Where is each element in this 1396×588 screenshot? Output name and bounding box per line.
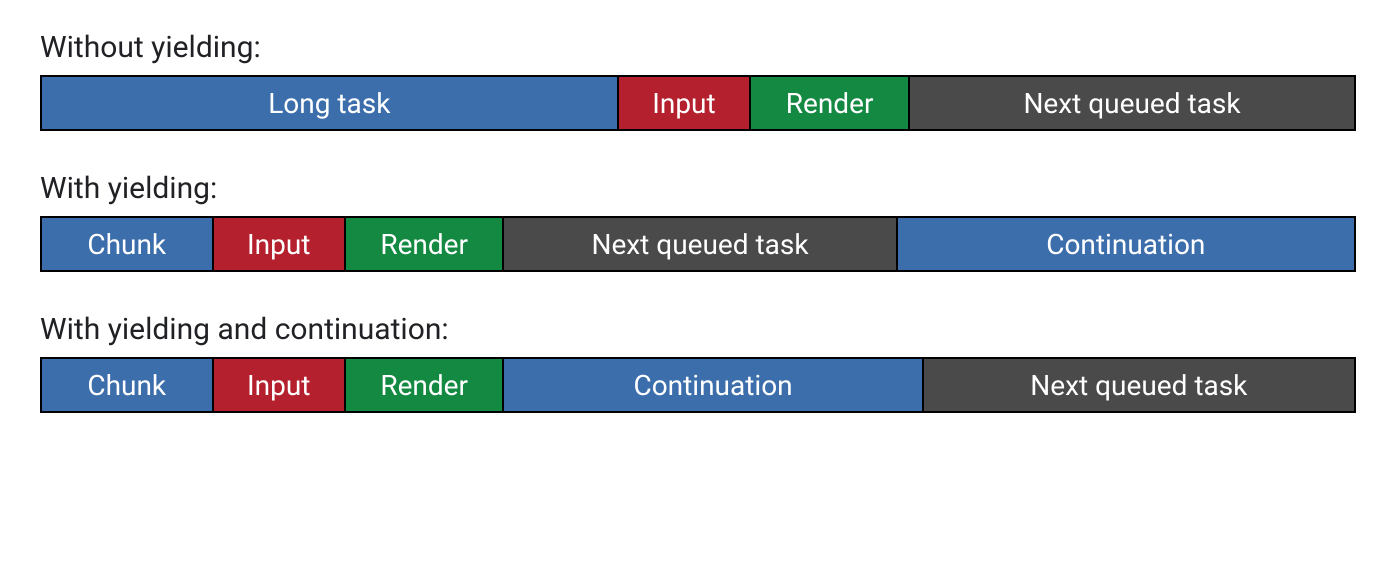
bar-segment: Chunk [42,218,214,270]
row-group: Without yielding: Long taskInputRenderNex… [40,30,1356,131]
row-group: With yielding: ChunkInputRenderNext queue… [40,171,1356,272]
row-label: With yielding: [40,171,1356,206]
bar-segment: Next queued task [504,218,897,270]
bar-segment: Next queued task [910,77,1354,129]
bar-row: ChunkInputRenderContinuationNext queued … [40,357,1356,413]
bar-row: ChunkInputRenderNext queued taskContinua… [40,216,1356,272]
row-label: Without yielding: [40,30,1356,65]
bar-segment: Input [214,359,346,411]
row-label: With yielding and continuation: [40,312,1356,347]
bar-segment: Input [619,77,752,129]
bar-segment: Next queued task [924,359,1354,411]
row-group: With yielding and continuation: ChunkInpu… [40,312,1356,413]
diagram-root: Without yielding:Long taskInputRenderNex… [40,30,1356,413]
bar-segment: Chunk [42,359,214,411]
bar-segment: Render [751,77,910,129]
bar-segment: Continuation [898,218,1354,270]
bar-segment: Render [346,359,504,411]
bar-segment: Continuation [504,359,923,411]
bar-segment: Long task [42,77,619,129]
bar-segment: Input [214,218,346,270]
bar-row: Long taskInputRenderNext queued task [40,75,1356,131]
bar-segment: Render [346,218,504,270]
